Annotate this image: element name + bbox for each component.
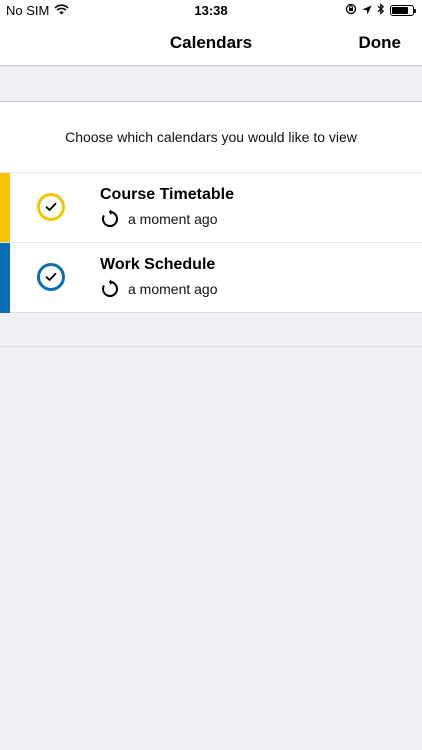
section-divider	[0, 346, 422, 347]
calendar-row-work-schedule[interactable]: Work Schedule a moment ago	[0, 242, 422, 313]
calendar-sync-status: a moment ago	[100, 279, 218, 299]
calendar-sync-status: a moment ago	[100, 209, 218, 229]
sync-time-label: a moment ago	[128, 211, 218, 227]
calendar-color-strip	[0, 173, 10, 243]
sync-time-label: a moment ago	[128, 281, 218, 297]
check-circle-icon[interactable]	[37, 193, 65, 221]
calendar-selection-card: Choose which calendars you would like to…	[0, 101, 422, 313]
bluetooth-icon	[377, 3, 385, 18]
orientation-lock-icon	[345, 3, 357, 18]
navigation-bar: Calendars Done	[0, 22, 422, 66]
battery-icon	[390, 5, 416, 16]
instruction-text: Choose which calendars you would like to…	[65, 129, 357, 145]
status-right	[345, 3, 416, 18]
check-circle-icon[interactable]	[37, 263, 65, 291]
calendar-color-strip	[0, 243, 10, 313]
calendar-name: Work Schedule	[100, 256, 216, 273]
calendar-row-course-timetable[interactable]: Course Timetable a moment ago	[0, 172, 422, 243]
refresh-icon	[100, 279, 120, 299]
done-button[interactable]: Done	[359, 33, 402, 53]
location-arrow-icon	[362, 3, 372, 18]
refresh-icon	[100, 209, 120, 229]
calendar-name: Course Timetable	[100, 186, 234, 203]
battery-fill	[392, 7, 408, 14]
status-bar: No SIM 13:38	[0, 0, 422, 22]
